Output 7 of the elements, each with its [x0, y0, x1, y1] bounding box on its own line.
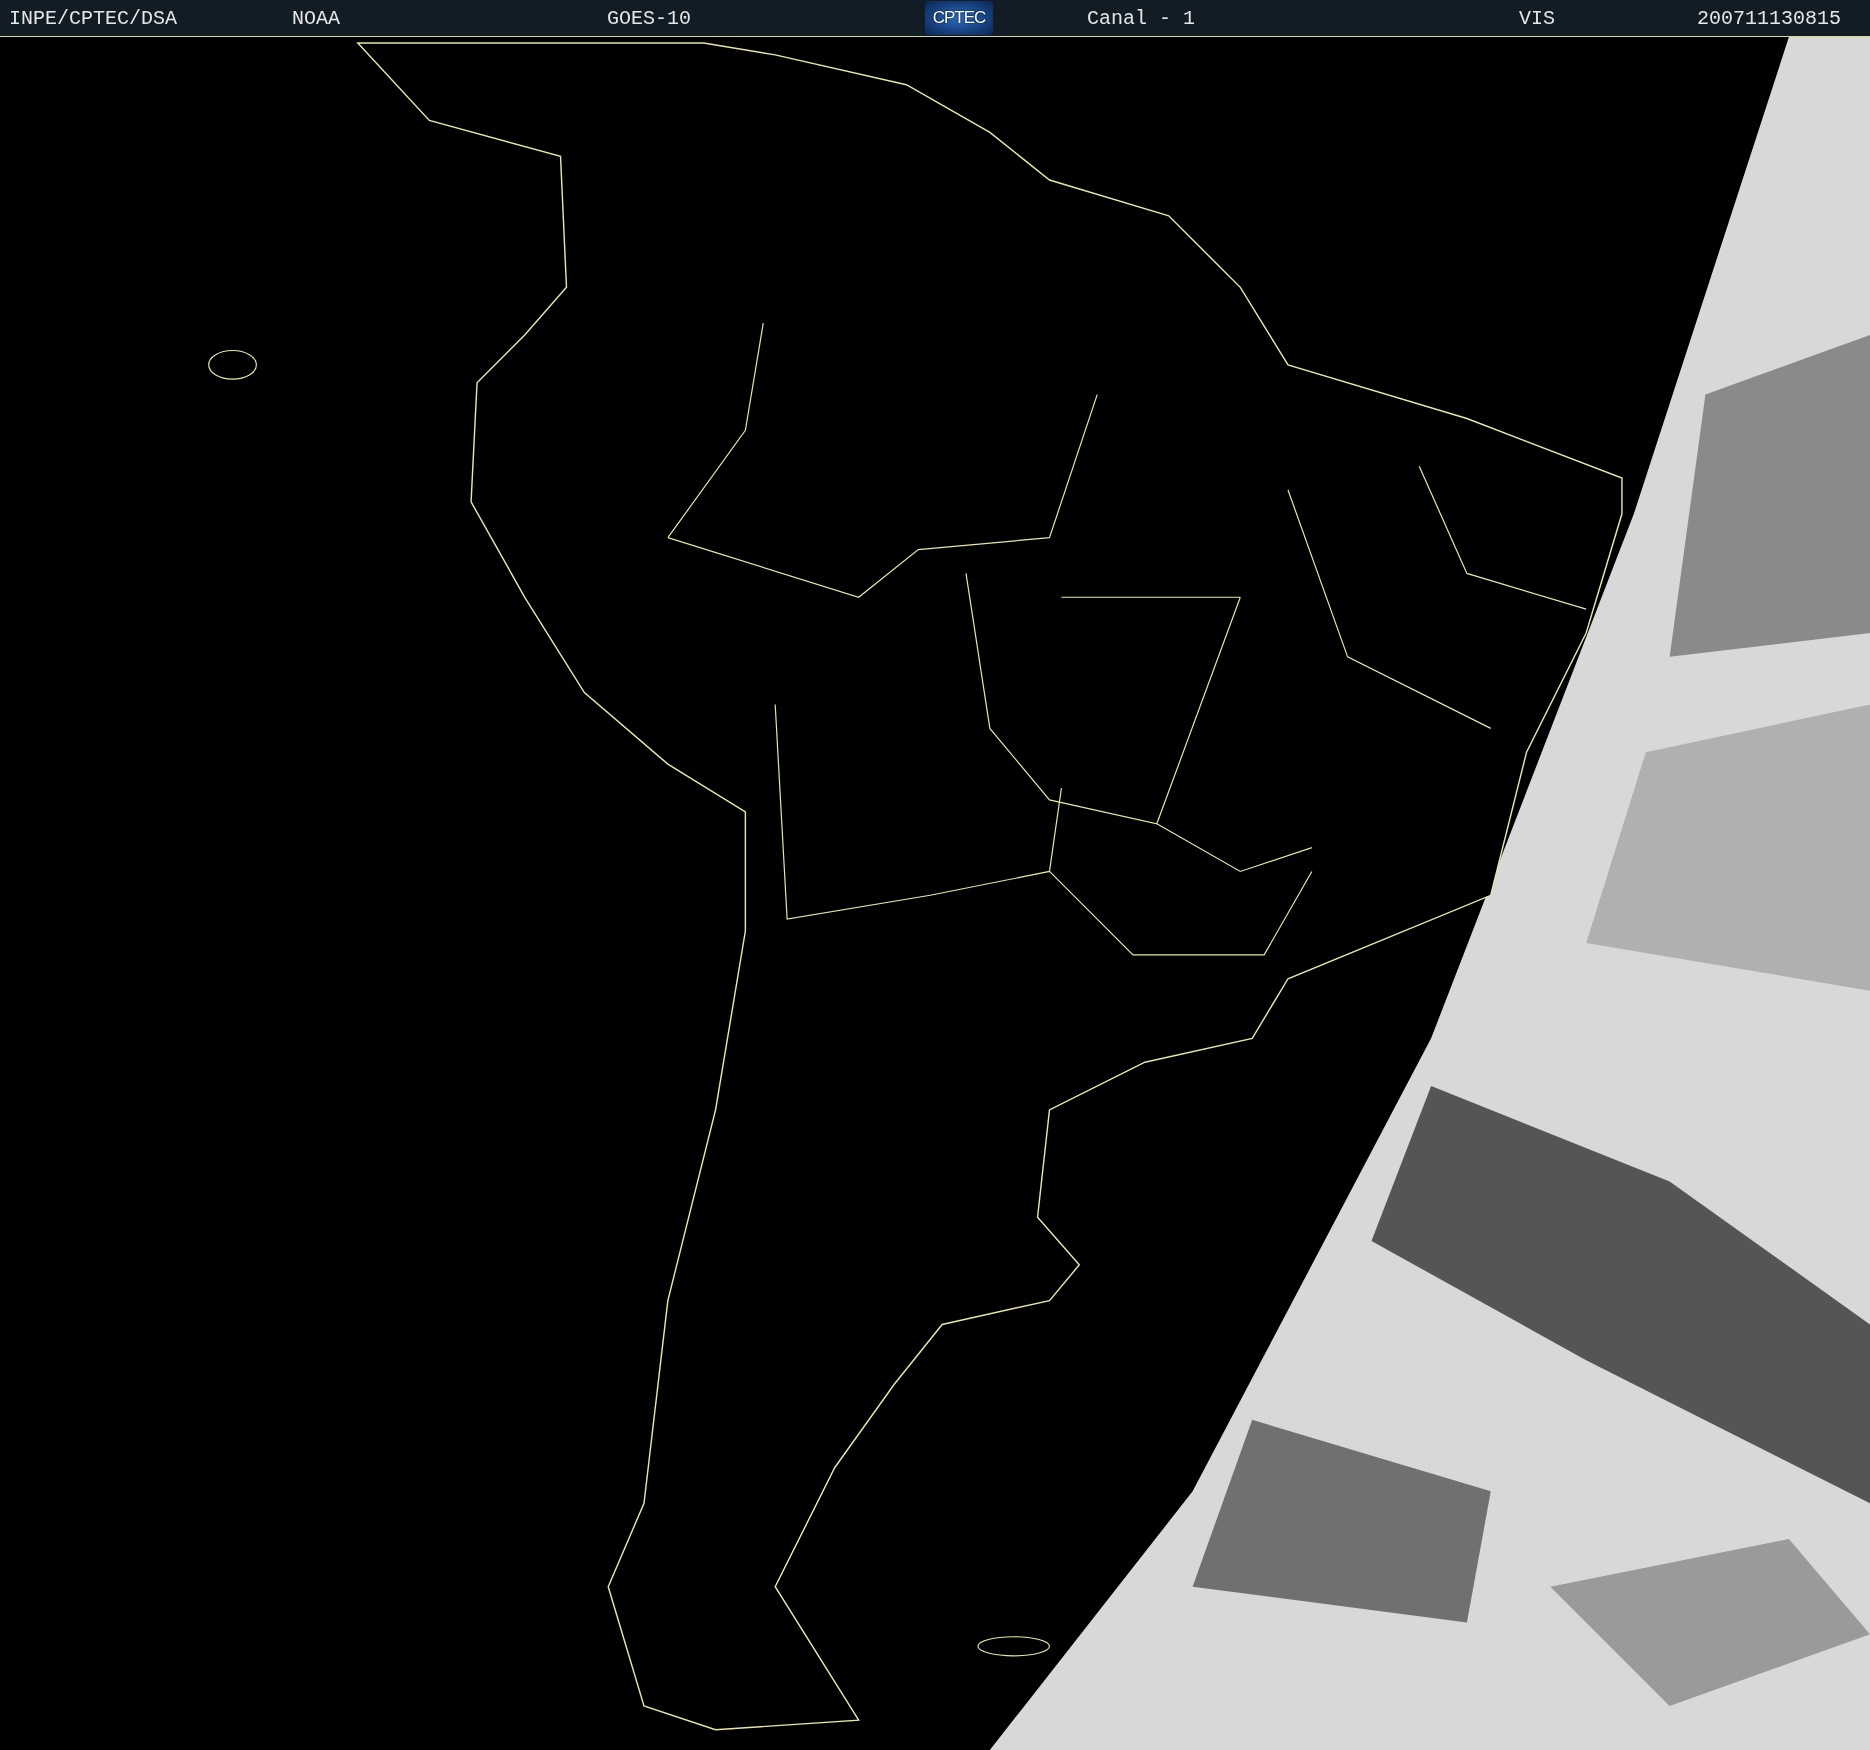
logo: CPTEC [925, 1, 993, 35]
header-label: Canal - 1 [1087, 6, 1196, 30]
header-label: NOAA [292, 6, 340, 30]
header-label: GOES-10 [607, 6, 691, 30]
header-label: 200711130815 [1697, 6, 1842, 30]
header-label: VIS [1519, 6, 1555, 30]
header-label: INPE/CPTEC/DSA [9, 6, 178, 30]
